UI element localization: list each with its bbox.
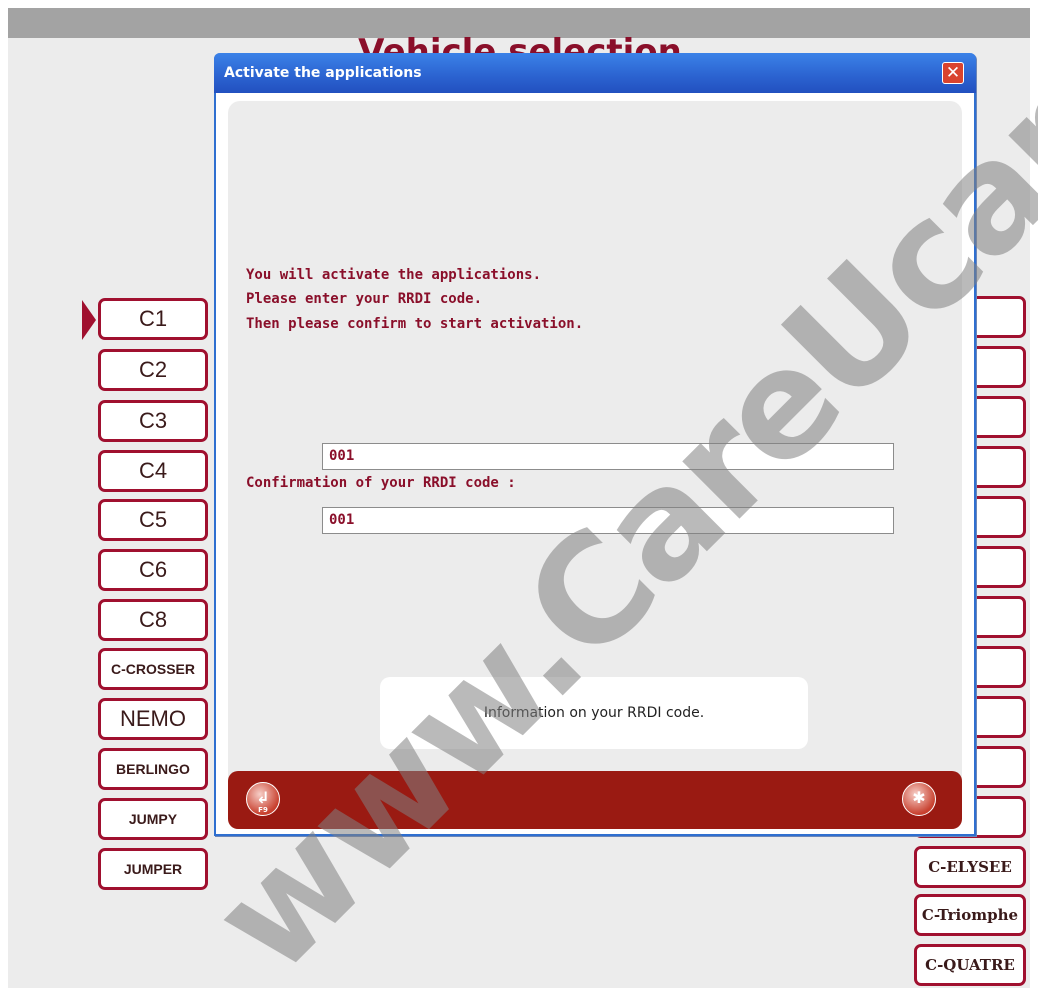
vehicle-button-c-crosser[interactable]: C-CROSSER — [98, 648, 208, 690]
vehicle-button-c8[interactable]: C8 — [98, 599, 208, 641]
dialog-title: Activate the applications — [224, 65, 422, 81]
validate-icon[interactable]: ✱ — [902, 782, 936, 816]
vehicle-button-berlingo[interactable]: BERLINGO — [98, 748, 208, 790]
vehicle-button-jumpy[interactable]: JUMPY — [98, 798, 208, 840]
message-line-2: Please enter your RRDI code. — [246, 291, 483, 307]
close-icon[interactable]: ✕ — [942, 62, 964, 84]
confirmation-label: Confirmation of your RRDI code : — [246, 475, 516, 491]
dialog-content: You will activate the applications. Plea… — [228, 101, 962, 809]
back-key-label: F9 — [258, 806, 268, 814]
vehicle-button-c6[interactable]: C6 — [98, 549, 208, 591]
dialog-titlebar[interactable]: Activate the applications ✕ — [214, 53, 976, 93]
rrdi-confirmation-input[interactable]: 001 — [322, 507, 894, 534]
activate-applications-dialog: Activate the applications ✕ You will act… — [214, 53, 976, 836]
dialog-footer: ↲ F9 ✱ — [228, 771, 962, 829]
vehicle-button-c3[interactable]: C3 — [98, 400, 208, 442]
rrdi-code-input[interactable]: 001 — [322, 443, 894, 470]
rrdi-info-text: Information on your RRDI code. — [483, 705, 705, 721]
vehicle-button-c1[interactable]: C1 — [98, 298, 208, 340]
vehicle-button-nemo[interactable]: NEMO — [98, 698, 208, 740]
vehicle-button-c-triomphe[interactable]: C-Triomphe — [914, 894, 1026, 936]
vehicle-button-c4[interactable]: C4 — [98, 450, 208, 492]
vehicle-button-c-quatre[interactable]: C-QUATRE — [914, 944, 1026, 986]
vehicle-button-jumper[interactable]: JUMPER — [98, 848, 208, 890]
vehicle-button-c2[interactable]: C2 — [98, 349, 208, 391]
message-line-1: You will activate the applications. — [246, 267, 542, 283]
message-line-3: Then please confirm to start activation. — [246, 316, 584, 332]
vehicle-button-c5[interactable]: C5 — [98, 499, 208, 541]
return-arrow-icon[interactable]: ↲ F9 — [246, 782, 280, 816]
rrdi-info-box: Information on your RRDI code. — [380, 677, 808, 749]
selected-arrow-icon — [82, 300, 96, 340]
vehicle-button-c-elysee[interactable]: C-ELYSEE — [914, 846, 1026, 888]
